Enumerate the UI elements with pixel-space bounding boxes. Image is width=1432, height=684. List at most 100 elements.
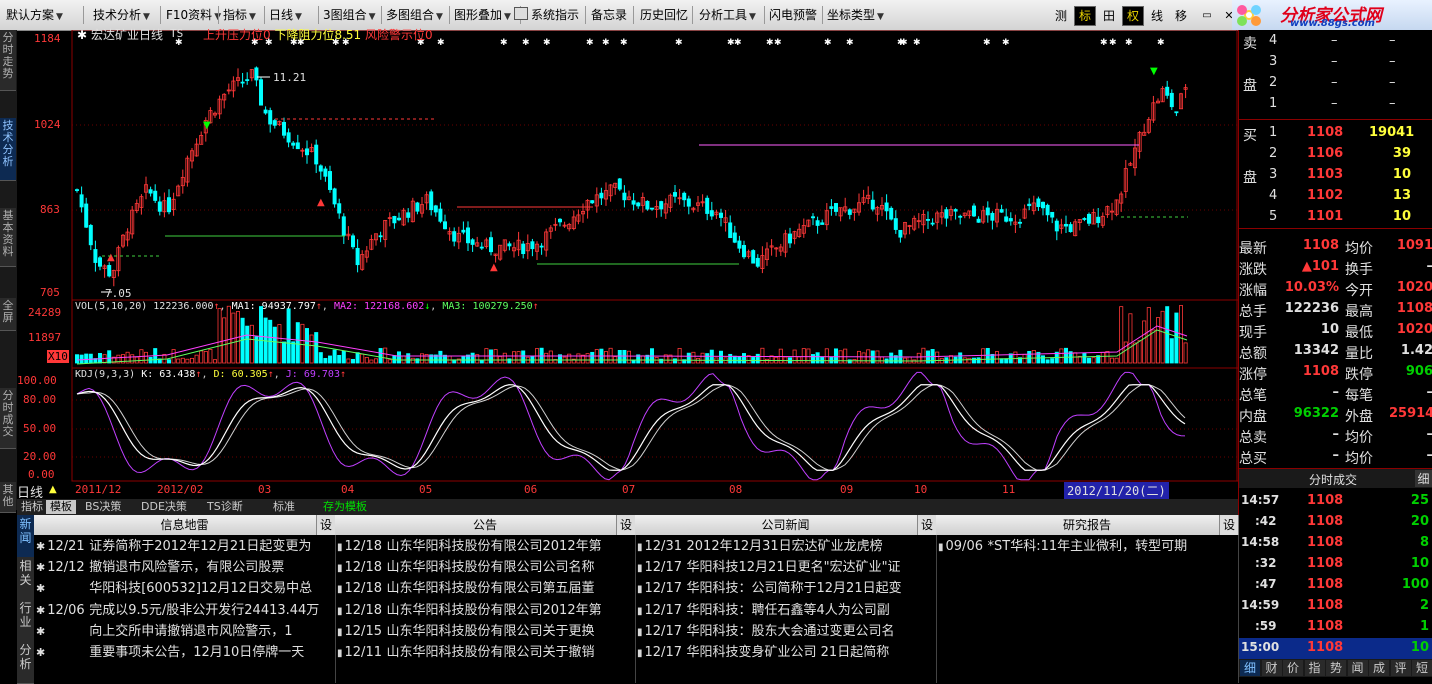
news-item[interactable]: ▮ 12/15 山东华阳科技股份有限公司关于更换 <box>337 621 633 642</box>
news-side-tab[interactable]: 相关 <box>17 557 34 600</box>
news-side-tab[interactable]: 新闻 <box>17 515 34 558</box>
news-item[interactable]: ▮ 12/31 2012年12月31日宏达矿业龙虎榜 <box>637 536 934 557</box>
news-item[interactable]: ▮ 12/17 华阳科技：聘任石鑫等4人为公司副 <box>637 600 934 621</box>
menu-memo[interactable]: 备忘录 <box>591 5 627 25</box>
template-tab[interactable]: 标准 <box>269 500 299 514</box>
quote-label: 换手 <box>1345 262 1373 278</box>
tool-grid-button[interactable]: 田 <box>1098 6 1120 26</box>
news-item[interactable]: ✱ 重要事项未公告，12月10日停牌一天 <box>36 642 333 663</box>
ticks-detail-button[interactable]: 细 <box>1415 470 1432 487</box>
tab-technical-analysis[interactable]: 技术分析 <box>0 118 16 181</box>
news-item[interactable]: ✱ 12/12 撤销退市风险警示，有限公司股票 <box>36 557 333 578</box>
volume-bar <box>332 349 337 364</box>
menu-f10[interactable]: F10资料▼ <box>166 5 221 25</box>
news-item[interactable]: ▮ 12/17 华阳科技12月21日更名"宏达矿业"证 <box>637 557 934 578</box>
tick-row[interactable]: 14:57 1108 25 <box>1239 491 1432 512</box>
ticks-tab[interactable]: 成 <box>1369 660 1389 676</box>
news-item[interactable]: ✱ 向上交所申请撤销退市风险警示，1 <box>36 621 333 642</box>
volume-bar <box>981 348 986 364</box>
menu-multichart[interactable]: 多图组合 ▼ <box>386 5 443 25</box>
news-settings-button[interactable]: 设 <box>917 515 936 535</box>
volume-bar <box>907 356 912 364</box>
document-icon: ▮ <box>637 563 643 575</box>
menu-flash-alert[interactable]: 闪电预警 <box>769 5 817 25</box>
candle-body <box>539 245 544 248</box>
news-item[interactable]: ▮ 12/11 山东华阳科技股份有限公司关于撤销 <box>337 642 633 663</box>
template-tab[interactable]: BS决策 <box>81 500 125 514</box>
template-tab[interactable]: TS诊断 <box>203 500 247 514</box>
minimize-icon[interactable]: ▭ <box>1196 6 1218 26</box>
volume-bar <box>576 353 581 364</box>
kline-chart-area[interactable]: ✱ ✱ ✱ ✱ ✱ ✱ ✱ ✱ ✱ ✱ ✱ ✱ ✱ ✱ ✱ ✱ ✱ ✱ ✱ ✱ ✱ ✱ ✱ ✱ ✱ ✱ ✱ ✱ ✱ ✱ ✱ ▼ ▼ ▲ ▲ ▲ ✱ 宏… <box>17 27 1238 501</box>
news-item[interactable]: ▮ 12/17 华阳科技：公司简称于12月21日起变 <box>637 578 934 599</box>
news-item[interactable]: ▮ 12/17 华阳科技：股东大会通过变更公司名 <box>637 621 934 642</box>
ticks-tab[interactable]: 势 <box>1326 660 1346 676</box>
ticks-tab[interactable]: 细 <box>1240 660 1260 676</box>
news-settings-button[interactable]: 设 <box>316 515 335 535</box>
candle-body <box>415 202 420 212</box>
menu-indicator[interactable]: 指标 ▼ <box>223 5 256 25</box>
news-item[interactable]: ✱ 华阳科技[600532]12月12日交易中总 <box>36 578 333 599</box>
period-arrow-icon[interactable]: ▲ <box>49 484 57 495</box>
tick-row[interactable]: :32 1108 10 <box>1239 554 1432 575</box>
news-item[interactable]: ▮ 12/17 华阳科技变身矿业公司 21日起简称 <box>637 642 934 663</box>
tool-move-button[interactable]: 移 <box>1170 6 1192 26</box>
news-item[interactable]: ▮ 12/18 山东华阳科技股份有限公司第五届董 <box>337 578 633 599</box>
candle-body <box>650 207 655 210</box>
ticks-tab[interactable]: 评 <box>1390 660 1411 676</box>
tab-other[interactable]: 其他 <box>0 482 16 513</box>
ticks-tab[interactable]: 闻 <box>1347 660 1368 676</box>
menu-history[interactable]: 历史回忆 <box>640 5 688 25</box>
quote-label: 涨幅 <box>1239 283 1267 299</box>
menu-overlay[interactable]: 图形叠加 ▼ <box>454 5 511 25</box>
news-item[interactable]: ▮ 12/18 山东华阳科技股份有限公司公司名称 <box>337 557 633 578</box>
template-tab[interactable]: 指标 <box>17 500 47 514</box>
ticks-tab[interactable]: 短 <box>1412 660 1432 676</box>
menu-daily[interactable]: 日线 ▼ <box>269 5 302 25</box>
chart-canvas[interactable]: ✱ ✱ ✱ ✱ ✱ ✱ ✱ ✱ ✱ ✱ ✱ ✱ ✱ ✱ ✱ ✱ ✱ ✱ ✱ ✱ ✱ ✱ ✱✱ ✱ ✱ ✱ ✱ ✱ ✱ ✱▼▼▲▲▲ <box>17 30 1238 500</box>
tool-mark-button[interactable]: 标 <box>1074 6 1096 26</box>
ask-label: 盘 <box>1243 78 1257 94</box>
menu-analysis-tools[interactable]: 分析工具 ▼ <box>699 5 756 25</box>
menu-system-indicator[interactable]: 系统指示 <box>514 5 579 25</box>
template-tab[interactable]: 模板 <box>46 500 76 514</box>
tab-fullscreen[interactable]: 全屏 <box>0 298 16 331</box>
news-settings-button[interactable]: 设 <box>1219 515 1238 535</box>
tool-rights-button[interactable]: 权 <box>1122 6 1144 26</box>
volume-bar <box>521 350 526 364</box>
news-item[interactable]: ▮ 12/18 山东华阳科技股份有限公司2012年第 <box>337 536 633 557</box>
news-item[interactable]: ▮ 12/18 山东华阳科技股份有限公司2012年第 <box>337 600 633 621</box>
signal-star-icon: ✱ <box>522 38 530 48</box>
tick-row[interactable]: :42 1108 20 <box>1239 512 1432 533</box>
ticks-tab[interactable]: 指 <box>1304 660 1325 676</box>
news-settings-button[interactable]: 设 <box>616 515 635 535</box>
bid-row-1: 买 1 1108 19041 <box>1239 122 1432 144</box>
ask-volume: – <box>1389 96 1396 111</box>
tool-measure-button[interactable]: 测 <box>1050 6 1072 26</box>
news-item[interactable]: ✱ 12/21 证券简称于2012年12月21日起变更为 <box>36 536 333 557</box>
ticks-tab[interactable]: 价 <box>1283 660 1303 676</box>
tab-fundamentals[interactable]: 基本资料 <box>0 208 16 267</box>
candle-body <box>742 245 747 258</box>
tool-line-button[interactable]: 线 <box>1146 6 1168 26</box>
tab-ticks[interactable]: 分时成交 <box>0 388 16 449</box>
template-tab[interactable]: 存为模板 <box>319 500 371 514</box>
menu-technical-analysis[interactable]: 技术分析 ▼ <box>93 5 150 25</box>
news-side-tab[interactable]: 行业 <box>17 599 34 642</box>
menu-axis-type[interactable]: 坐标类型 ▼ <box>827 5 884 25</box>
tick-row[interactable]: :59 1108 1 <box>1239 617 1432 638</box>
menu-3chart-combo[interactable]: 3图组合 ▼ <box>323 5 376 25</box>
news-item[interactable]: ✱ 12/06 完成以9.5元/股非公开发行24413.44万 <box>36 600 333 621</box>
menu-default-scheme[interactable]: 默认方案 ▼ <box>6 5 63 25</box>
legend-down-resistance: 下降阻力位8.51 <box>274 28 362 42</box>
tick-row[interactable]: 15:00 1108 10 <box>1239 638 1432 659</box>
tick-row[interactable]: 14:58 1108 8 <box>1239 533 1432 554</box>
tab-intraday[interactable]: 分时走势 <box>0 30 16 91</box>
news-item[interactable]: ▮ 09/06 *ST华科:11年主业微利，转型可期 <box>938 536 1236 557</box>
signal-arrow-icon: ▲ <box>107 252 115 263</box>
ticks-tab[interactable]: 财 <box>1261 660 1282 676</box>
tick-row[interactable]: 14:59 1108 2 <box>1239 596 1432 617</box>
tick-row[interactable]: :47 1108 100 <box>1239 575 1432 596</box>
template-tab[interactable]: DDE决策 <box>137 500 191 514</box>
news-side-tab[interactable]: 分析 <box>17 641 34 684</box>
